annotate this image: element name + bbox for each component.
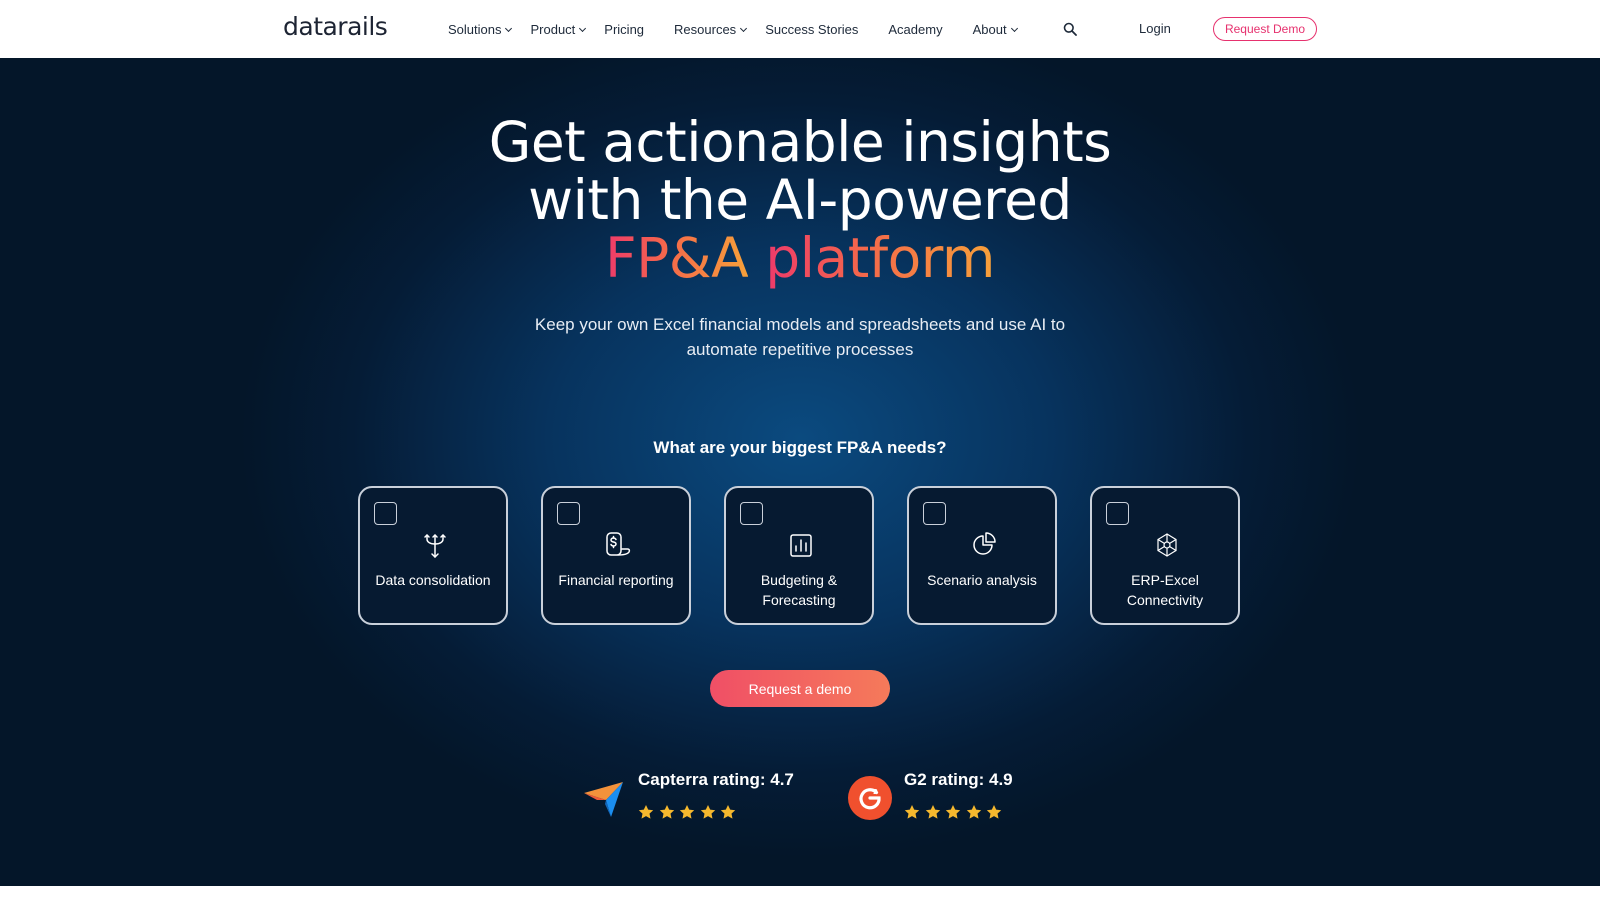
nav-label: Academy	[888, 21, 943, 37]
card-label: Data consolidation	[375, 572, 491, 588]
search-icon[interactable]	[1063, 22, 1077, 36]
capterra-stars	[638, 804, 794, 820]
datarails-logo[interactable]: datarails	[283, 12, 388, 41]
nav-item-about[interactable]: About	[972, 21, 1018, 37]
capterra-rating: Capterra rating: 4.7	[638, 770, 794, 820]
card-label: Financial reporting	[558, 572, 674, 588]
checkbox[interactable]	[557, 502, 580, 525]
nav-label: About	[972, 21, 1007, 37]
hero-headline: Get actionable insights with the AI-powe…	[0, 113, 1600, 287]
login-link[interactable]: Login	[1139, 21, 1171, 36]
nav-label: Pricing	[604, 21, 645, 37]
network-connect-icon	[1157, 533, 1177, 557]
g2-rating: G2 rating: 4.9	[904, 770, 1013, 820]
chevron-down-icon	[505, 24, 513, 32]
g2-logo-icon: 2	[848, 776, 892, 820]
g2-mark-icon: 2	[859, 788, 881, 810]
star-icon	[925, 805, 940, 819]
nav-label: Resources	[674, 21, 737, 37]
need-card-erp-excel-connectivity[interactable]: ERP-Excel Connectivity	[1090, 486, 1240, 625]
chevron-down-icon	[1010, 24, 1018, 32]
capterra-logo-icon	[584, 782, 623, 817]
nav-label: Success Stories	[765, 21, 859, 37]
g2-rating-label: G2 rating: 4.9	[904, 770, 1013, 789]
page-bottom-strip	[0, 886, 1600, 900]
needs-cards: Data consolidation Financial reporting B…	[358, 486, 1240, 625]
star-icon	[638, 805, 654, 819]
card-label: ERP-Excel Connectivity	[1126, 572, 1204, 608]
star-icon	[945, 805, 961, 819]
g2-stars	[904, 804, 1013, 820]
capterra-rating-label: Capterra rating: 4.7	[638, 770, 794, 789]
nav-item-pricing[interactable]: Pricing	[604, 22, 644, 37]
need-card-scenario-analysis[interactable]: Scenario analysis	[907, 486, 1057, 625]
checkbox[interactable]	[374, 502, 397, 525]
chevron-down-icon	[740, 24, 748, 32]
merge-arrows-icon	[424, 534, 446, 558]
dollar-report-icon	[606, 532, 631, 556]
top-navigation-bar: datarails Solutions Product Pricing Reso…	[0, 0, 1600, 58]
headline-accent-platform: platform	[765, 226, 995, 290]
hero-section: Get actionable insights with the AI-powe…	[0, 58, 1600, 886]
star-icon	[679, 805, 695, 819]
bar-chart-icon	[790, 534, 812, 557]
nav-label: Solutions	[448, 21, 502, 37]
nav-item-product[interactable]: Product	[530, 21, 587, 37]
headline-line-2: with the AI-powered	[528, 168, 1072, 232]
checkbox[interactable]	[923, 502, 946, 525]
card-label: Budgeting & Forecasting	[760, 572, 838, 608]
hero-subtext: Keep your own Excel financial models and…	[534, 315, 1066, 359]
nav-item-solutions[interactable]: Solutions	[448, 21, 513, 37]
star-icon	[720, 805, 736, 819]
checkbox[interactable]	[1106, 502, 1129, 525]
need-card-budgeting-forecasting[interactable]: Budgeting & Forecasting	[724, 486, 874, 625]
svg-text:2: 2	[873, 788, 878, 796]
star-icon	[700, 805, 715, 819]
star-icon	[904, 805, 920, 819]
headline-accent-fpa: FP&A	[604, 226, 749, 290]
main-nav: Solutions Product Pricing Resources Succ…	[448, 0, 1018, 58]
star-icon	[966, 805, 981, 819]
star-icon	[659, 805, 674, 819]
nav-item-success-stories[interactable]: Success Stories	[765, 22, 858, 37]
card-label: Scenario analysis	[927, 572, 1037, 588]
star-icon	[986, 805, 1002, 819]
request-a-demo-button[interactable]: Request a demo	[710, 670, 890, 707]
pie-chart-icon	[973, 532, 996, 555]
checkbox[interactable]	[740, 502, 763, 525]
need-card-data-consolidation[interactable]: Data consolidation	[358, 486, 508, 625]
request-demo-button[interactable]: Request Demo	[1213, 17, 1317, 41]
nav-item-resources[interactable]: Resources	[674, 21, 748, 37]
headline-line-1: Get actionable insights	[488, 110, 1112, 174]
headline-line-3: FP&A platform	[0, 229, 1600, 287]
nav-label: Product	[530, 21, 576, 37]
chevron-down-icon	[579, 24, 587, 32]
nav-item-academy[interactable]: Academy	[888, 22, 942, 37]
needs-question: What are your biggest FP&A needs?	[653, 438, 947, 457]
need-card-financial-reporting[interactable]: Financial reporting	[541, 486, 691, 625]
